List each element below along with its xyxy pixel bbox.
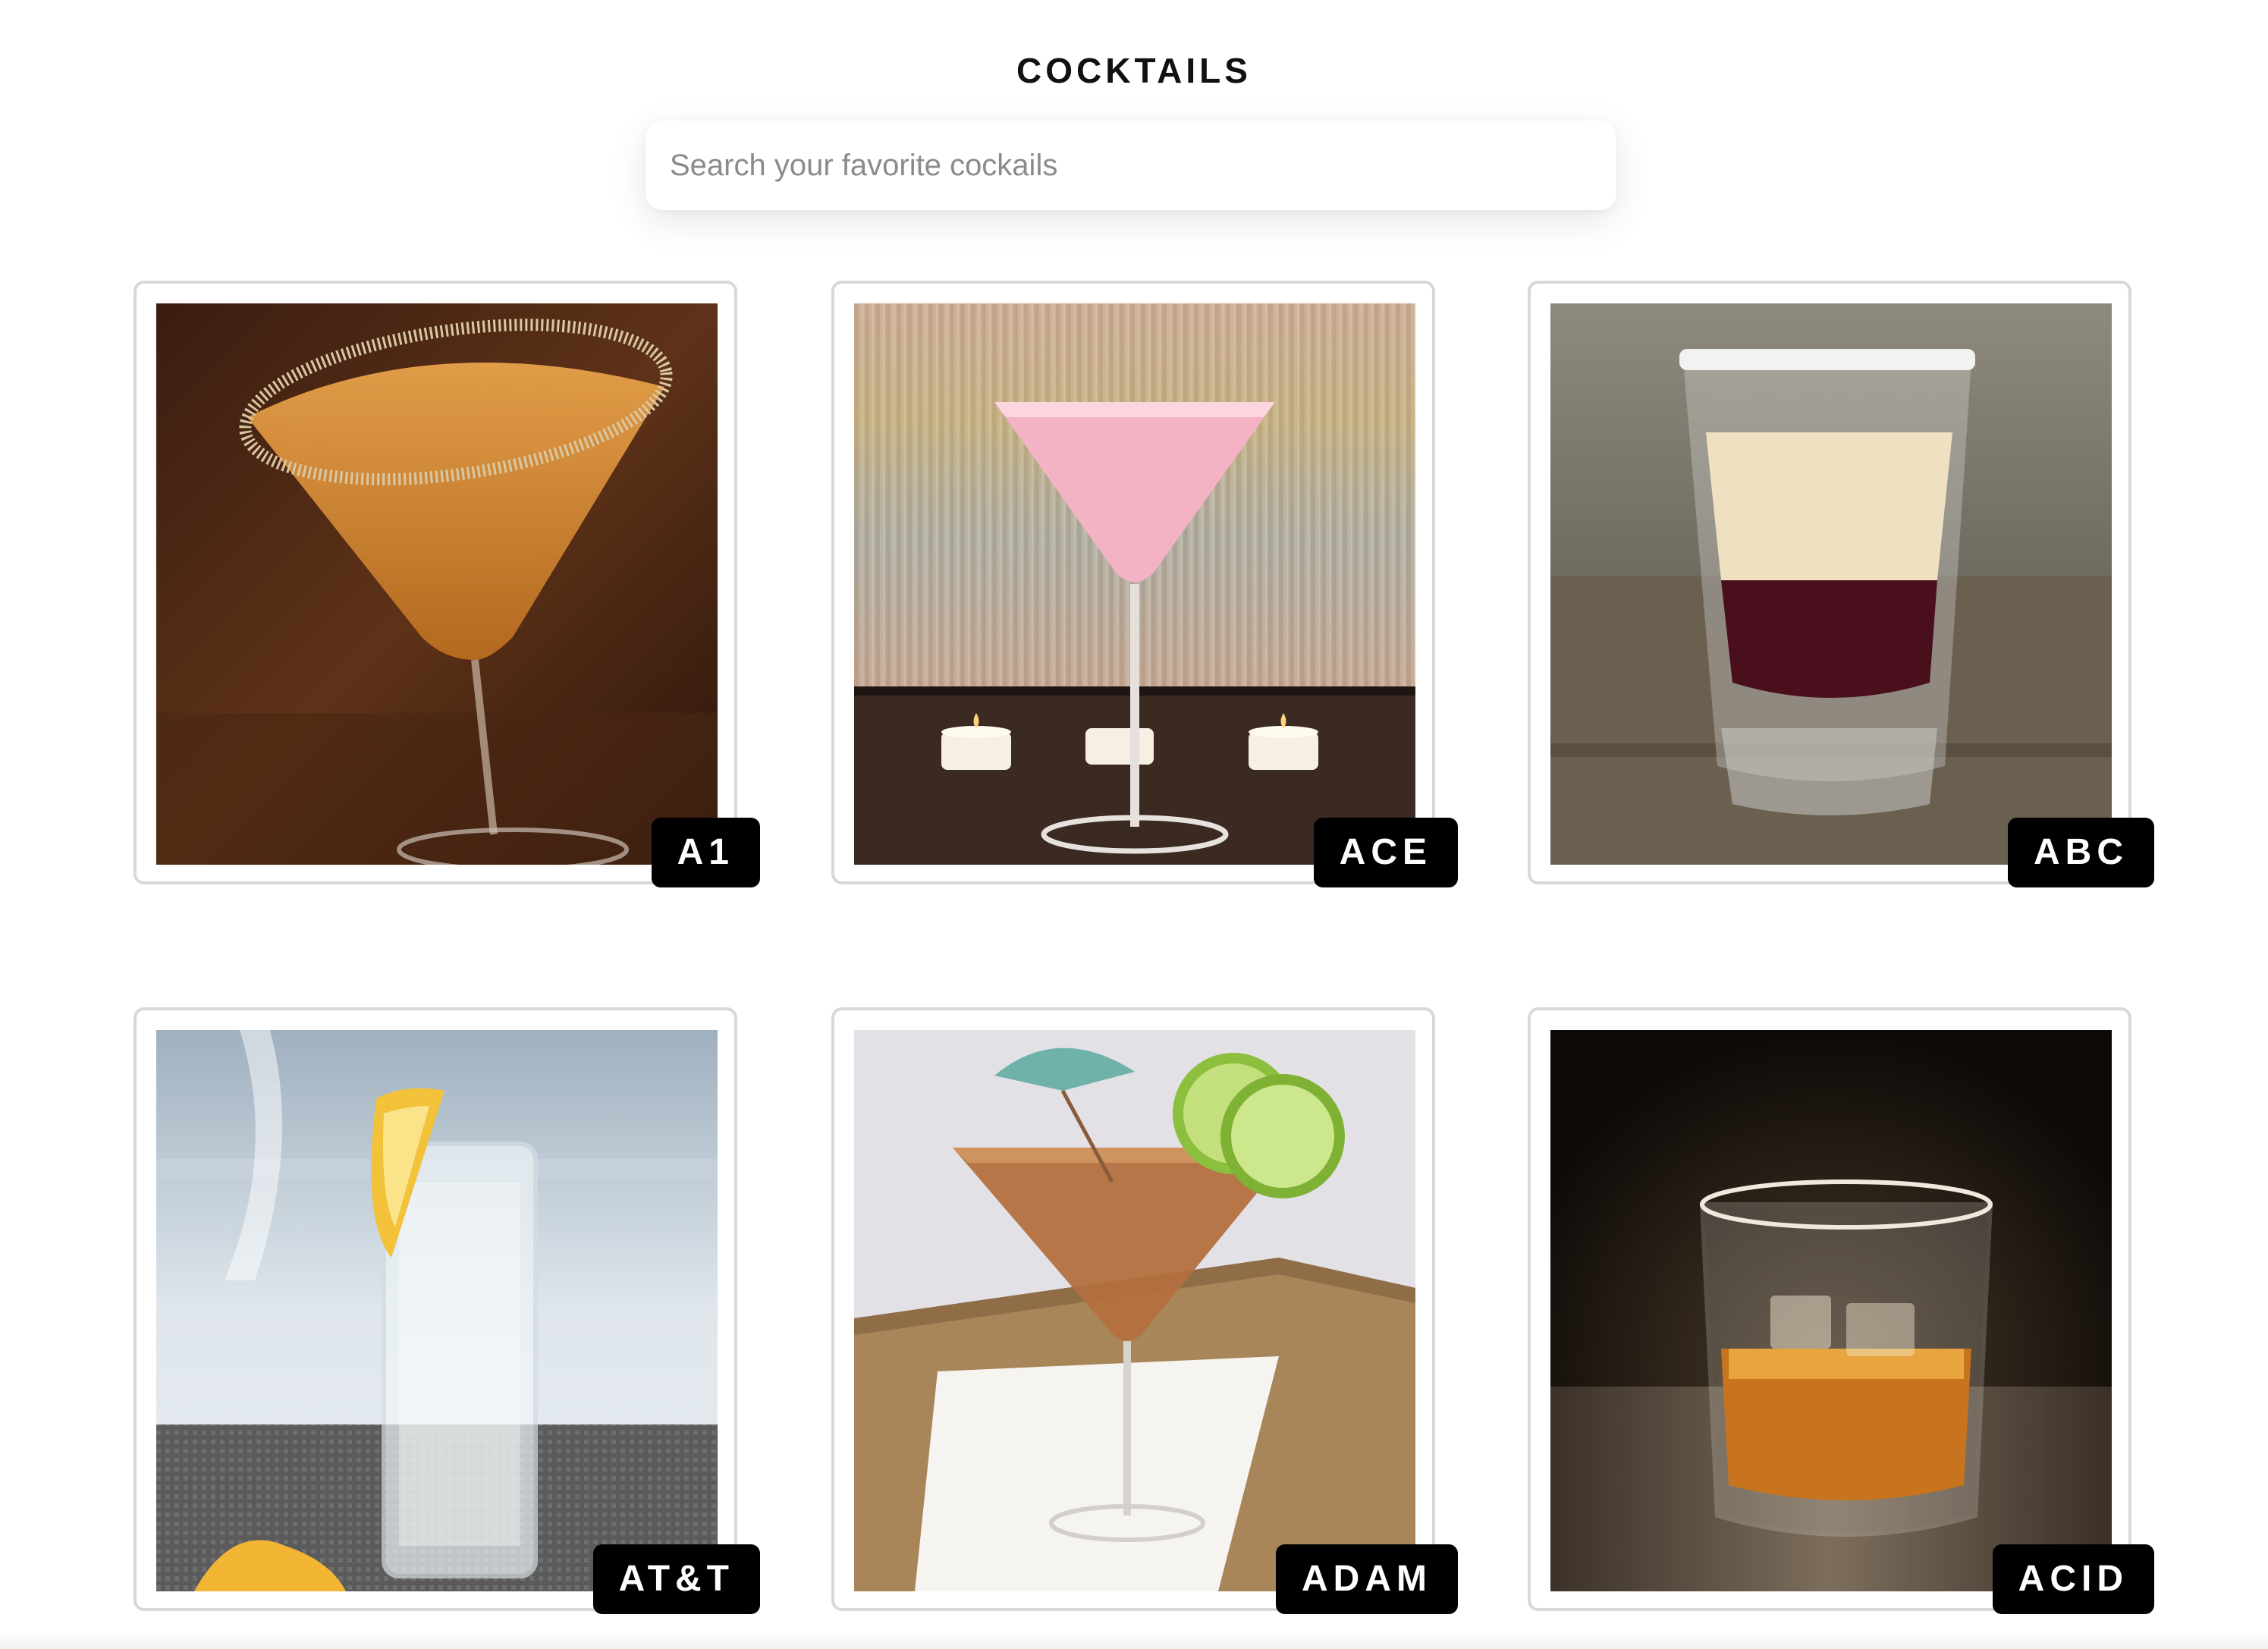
cocktail-card[interactable]: AT&T: [134, 1007, 760, 1614]
search-box[interactable]: [646, 121, 1616, 210]
whiskey-rocks-glass-icon: [1550, 1030, 2112, 1591]
cocktails-page: COCKTAILS A: [0, 0, 2268, 1649]
orange-martini-glass-icon: [156, 303, 718, 865]
martini-umbrella-lime-icon: [854, 1030, 1415, 1591]
cocktail-card[interactable]: ABC: [1528, 281, 2154, 887]
cocktail-name-badge: ADAM: [1276, 1544, 1458, 1614]
layered-shot-glass-icon: [1550, 303, 2112, 865]
cocktail-card[interactable]: ADAM: [831, 1007, 1458, 1614]
highball-glass-lemon-icon: [156, 1030, 718, 1591]
cocktail-name-badge: ACID: [1992, 1544, 2154, 1614]
cocktail-name-badge: A1: [651, 818, 760, 887]
cocktail-name-badge: ACE: [1313, 818, 1458, 887]
cocktail-card[interactable]: ACE: [831, 281, 1458, 887]
pink-martini-glass-icon: [854, 303, 1415, 865]
cocktail-name-badge: AT&T: [592, 1544, 760, 1614]
search-input[interactable]: [646, 121, 1616, 210]
cocktail-name-badge: ABC: [2008, 818, 2154, 887]
cocktail-card[interactable]: ACID: [1528, 1007, 2154, 1614]
cocktail-card[interactable]: A1: [134, 281, 760, 887]
page-bottom-edge: [0, 1632, 2268, 1649]
page-title: COCKTAILS: [1016, 51, 1252, 90]
